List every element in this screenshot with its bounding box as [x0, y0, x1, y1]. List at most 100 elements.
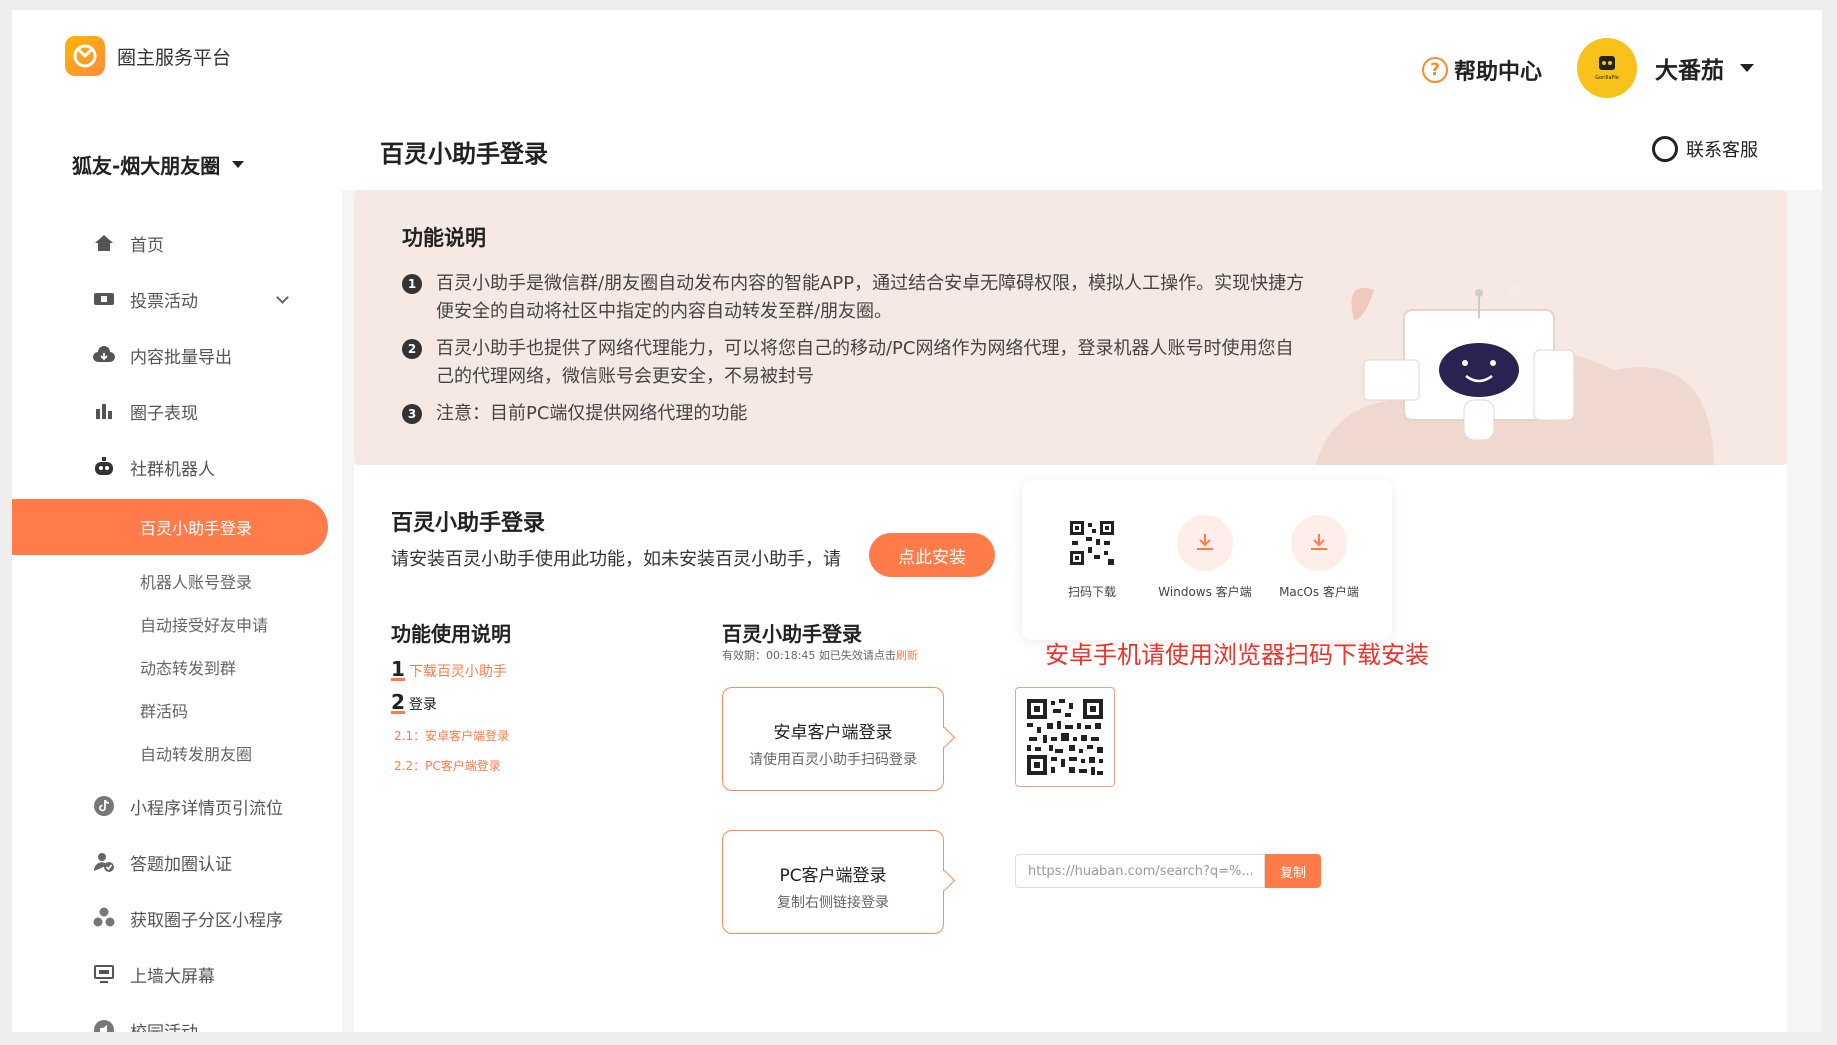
login-link-input[interactable]: [1015, 854, 1265, 888]
contact-service-label: 联系客服: [1686, 140, 1758, 161]
app-window: 圈主服务平台 狐友-烟大朋友圈 首页 投票活动 内容批量导出 圈子表现 社群机器…: [12, 10, 1822, 1032]
sidebar-item-performance[interactable]: 圈子表现: [12, 383, 342, 439]
page-title: 百灵小助手登录: [380, 140, 548, 168]
cloud-icon: [92, 343, 116, 367]
android-login-card[interactable]: 安卓客户端登录 请使用百灵小助手扫码登录: [722, 687, 944, 791]
sidebar-menu: 首页 投票活动 内容批量导出 圈子表现 社群机器人 百灵小助手登录 机器人账号登…: [12, 215, 342, 1032]
circle-name: 狐友-烟大朋友圈: [72, 154, 221, 178]
user-check-icon: [92, 850, 116, 874]
mac-download[interactable]: MacOs 客户端: [1269, 515, 1369, 600]
sidebar-item-label: 投票活动: [130, 291, 198, 312]
title-bar: 百灵小助手登录 联系客服: [342, 110, 1822, 190]
validity-prefix: 有效期：00:18:45 如已失效请点击: [722, 649, 896, 662]
feature-text: 注意：目前PC端仅提供网络代理的功能: [436, 403, 748, 424]
step-download[interactable]: 1 下载百灵小助手: [391, 657, 507, 681]
logo-icon: [65, 36, 105, 76]
number-1-icon: 1: [402, 274, 422, 294]
sidebar-subitem-auto-accept[interactable]: 自动接受好友申请: [12, 602, 342, 645]
step-label: 下载百灵小助手: [408, 663, 507, 680]
sidebar-item-home[interactable]: 首页: [12, 215, 342, 271]
home-icon: [92, 231, 116, 255]
login-section-title: 百灵小助手登录: [722, 622, 862, 646]
sidebar-subitem-group-code[interactable]: 群活码: [12, 688, 342, 731]
validity-text: 有效期：00:18:45 如已失效请点击刷新: [722, 647, 918, 663]
download-card: 扫码下载 Windows 客户端 MacOs 客户端: [1022, 480, 1392, 640]
main-area: ? 帮助中心 GorillaPie 大番茄 百灵小助手登录 联系客服 功能说明 …: [342, 10, 1822, 1032]
sidebar-item-label: 圈子表现: [130, 403, 198, 424]
install-button[interactable]: 点此安装: [869, 533, 995, 577]
headset-icon: [1652, 136, 1678, 162]
sidebar-item-zone[interactable]: 获取圈子分区小程序: [12, 890, 342, 946]
android-login-desc: 请使用百灵小助手扫码登录: [749, 752, 917, 768]
scan-download-label: 扫码下载: [1067, 585, 1116, 599]
sidebar-item-label: 社群机器人: [130, 459, 215, 480]
sidebar-subitem-assistant-login[interactable]: 百灵小助手登录: [12, 499, 328, 555]
username: 大番茄: [1655, 58, 1724, 84]
group-icon: [92, 906, 116, 930]
sidebar-item-screen[interactable]: 上墙大屏幕: [12, 946, 342, 1002]
windows-download[interactable]: Windows 客户端: [1155, 515, 1255, 600]
help-center-link[interactable]: ? 帮助中心: [1422, 54, 1542, 86]
sidebar-item-label: 小程序详情页引流位: [130, 798, 283, 819]
number-3-icon: 3: [402, 404, 422, 424]
sidebar-item-label: 内容批量导出: [130, 347, 232, 368]
qr-code-small-icon: [1064, 515, 1120, 571]
install-text: 请安装百灵小助手使用此功能，如未安装百灵小助手，请: [391, 549, 841, 570]
step-number: 1: [391, 657, 405, 681]
avatar: GorillaPie: [1577, 38, 1637, 98]
download-icon: [1177, 515, 1233, 571]
circle-selector[interactable]: 狐友-烟大朋友圈: [72, 150, 245, 179]
feature-line-3: 3 注意：目前PC端仅提供网络代理的功能: [402, 400, 1306, 428]
avatar-text: GorillaPie: [1595, 75, 1619, 81]
feature-line-2: 2 百灵小助手也提供了网络代理能力，可以将您自己的移动/PC网络作为网络代理，登…: [402, 335, 1306, 391]
tiktok-icon: [92, 794, 116, 818]
user-menu[interactable]: GorillaPie 大番茄: [1577, 38, 1754, 98]
android-warning-note: 安卓手机请使用浏览器扫码下载安装: [1045, 641, 1429, 669]
refresh-link[interactable]: 刷新: [896, 649, 918, 662]
substep-pc-login[interactable]: 2.2：PC客户端登录: [394, 757, 501, 774]
pc-login-card[interactable]: PC客户端登录 复制右侧链接登录: [722, 830, 944, 934]
sidebar-subitem-robot-login[interactable]: 机器人账号登录: [12, 559, 342, 602]
feature-description-panel: 功能说明 1 百灵小助手是微信群/朋友圈自动发布内容的智能APP，通过结合安卓无…: [354, 190, 1787, 465]
monitor-icon: [92, 962, 116, 986]
login-qr-code: [1015, 687, 1115, 787]
bar-chart-icon: [92, 399, 116, 423]
feature-text: 百灵小助手也提供了网络代理能力，可以将您自己的移动/PC网络作为网络代理，登录机…: [436, 338, 1294, 387]
sidebar-subitem-forward-moments[interactable]: 自动转发朋友圈: [12, 731, 342, 774]
sidebar-item-label: 首页: [130, 235, 164, 256]
logo[interactable]: 圈主服务平台: [65, 36, 231, 76]
caret-down-icon: [232, 161, 245, 168]
step-label: 登录: [408, 696, 437, 713]
scan-download[interactable]: 扫码下载: [1042, 515, 1142, 600]
sidebar-item-miniprogram[interactable]: 小程序详情页引流位: [12, 778, 342, 834]
robot-illustration: [1315, 285, 1714, 465]
mac-download-label: MacOs 客户端: [1279, 585, 1359, 599]
sidebar-item-label: 校园活动: [130, 1018, 198, 1033]
sidebar-item-label: 答题加圈认证: [130, 854, 232, 875]
top-bar: ? 帮助中心 GorillaPie 大番茄: [342, 10, 1822, 110]
sidebar-item-campus[interactable]: 校园活动: [12, 1002, 342, 1032]
substep-android-login[interactable]: 2.1：安卓客户端登录: [394, 727, 509, 744]
contact-service-button[interactable]: 联系客服: [1652, 136, 1758, 162]
pc-login-desc: 复制右侧链接登录: [777, 895, 889, 911]
feature-text: 百灵小助手是微信群/朋友圈自动发布内容的智能APP，通过结合安卓无障碍权限，模拟…: [436, 273, 1305, 322]
copy-button[interactable]: 复制: [1265, 854, 1321, 888]
pc-login-title: PC客户端登录: [779, 866, 887, 886]
number-2-icon: 2: [402, 339, 422, 359]
sidebar-item-robot[interactable]: 社群机器人: [12, 439, 342, 495]
download-icon: [1291, 515, 1347, 571]
sidebar-item-quiz[interactable]: 答题加圈认证: [12, 834, 342, 890]
sidebar-item-vote[interactable]: 投票活动: [12, 271, 342, 327]
feature-title: 功能说明: [402, 226, 486, 250]
install-section-title: 百灵小助手登录: [391, 511, 546, 536]
step-number: 2: [391, 690, 405, 714]
sidebar-subitem-forward-group[interactable]: 动态转发到群: [12, 645, 342, 688]
caret-down-icon: [1740, 64, 1754, 72]
chevron-down-icon: [276, 291, 289, 304]
logo-text: 圈主服务平台: [117, 46, 232, 69]
sidebar-item-export[interactable]: 内容批量导出: [12, 327, 342, 383]
windows-download-label: Windows 客户端: [1158, 585, 1252, 599]
step-login[interactable]: 2 登录: [391, 690, 437, 714]
pc-link-row: 复制: [1015, 854, 1321, 888]
sidebar-item-label: 获取圈子分区小程序: [130, 910, 283, 931]
